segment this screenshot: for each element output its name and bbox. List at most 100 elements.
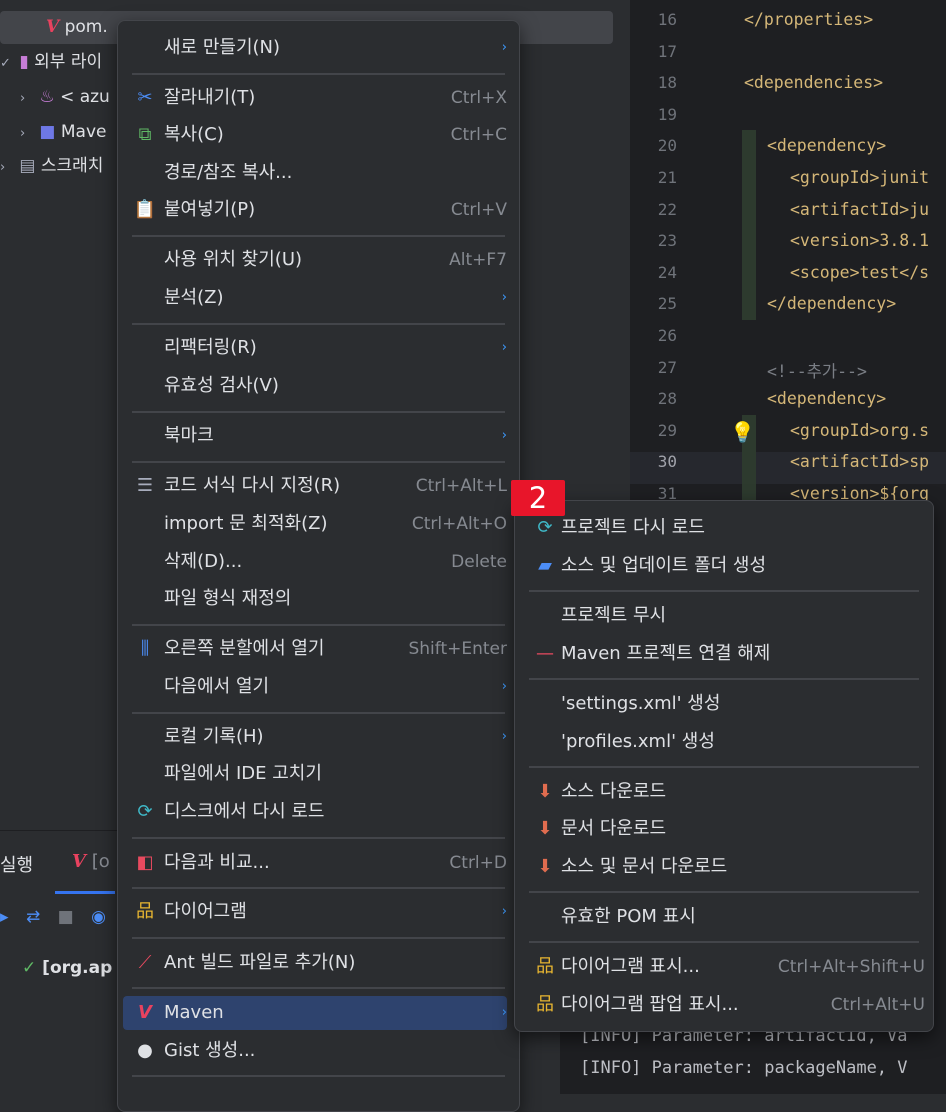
menu-separator	[132, 411, 505, 413]
menu-item[interactable]: 品 다이어그램 ›	[123, 895, 507, 929]
menu-item[interactable]: import 문 최적화(Z) Ctrl+Alt+O	[123, 507, 507, 541]
run-tab[interactable]: 실행	[0, 851, 33, 877]
chevron-right-icon[interactable]: ›	[20, 83, 34, 115]
menu-item[interactable]: 다음에서 열기 ›	[123, 670, 507, 704]
submenu-item[interactable]: ▰ 소스 및 업데이트 폴더 생성	[523, 549, 925, 583]
menu-item[interactable]: 로컬 기록(H) ›	[123, 720, 507, 754]
menu-item[interactable]: 사용 위치 찾기(U) Alt+F7	[123, 243, 507, 277]
submenu-item[interactable]: — Maven 프로젝트 연결 해제	[523, 637, 925, 671]
chevron-right-icon: ›	[501, 679, 507, 694]
submenu-item[interactable]: 프로젝트 무시	[523, 599, 925, 633]
menu-item[interactable]: ● Gist 생성...	[123, 1034, 507, 1068]
line-number: 25	[657, 294, 677, 314]
menu-item[interactable]: ☰ 코드 서식 다시 지정(R) Ctrl+Alt+L	[123, 469, 507, 503]
chevron-right-icon[interactable]: ›	[0, 152, 14, 184]
run-config-tab[interactable]: V [o	[72, 851, 110, 872]
code-line: <artifactId>sp	[790, 452, 930, 472]
menu-item-label: 소스 다운로드	[561, 781, 667, 802]
step-badge: 2	[511, 480, 565, 516]
compare-icon: ◧	[136, 852, 154, 873]
line-number: 18	[657, 73, 677, 93]
menu-item[interactable]: 분석(Z) ›	[123, 281, 507, 315]
code-line: <dependency>	[767, 136, 887, 156]
shortcut-label: Ctrl+V	[450, 200, 507, 220]
menu-item-label: Ant 빌드 파일로 추가(N)	[164, 952, 356, 973]
menu-item[interactable]: ✂ 잘라내기(T) Ctrl+X	[123, 81, 507, 115]
menu-item[interactable]: ⟋ Ant 빌드 파일로 추가(N)	[123, 946, 507, 980]
menu-item[interactable]: 📋 붙여넣기(P) Ctrl+V	[123, 193, 507, 227]
menu-item-label: 분석(Z)	[164, 287, 224, 308]
code-line: <!--추가-->	[767, 361, 867, 381]
menu-item-label: 프로젝트 무시	[561, 605, 667, 626]
stop-icon[interactable]: ■	[58, 907, 74, 927]
reformat-icon: ☰	[136, 475, 154, 496]
code-line: <version>3.8.1	[790, 231, 930, 251]
menu-item-label: Gist 생성...	[164, 1040, 256, 1061]
submenu-item[interactable]: ⬇ 문서 다운로드	[523, 812, 925, 846]
submenu-item[interactable]: ⬇ 소스 및 문서 다운로드	[523, 850, 925, 884]
run-item[interactable]: ✓ [org.ap	[22, 958, 112, 978]
menu-item-label: 디스크에서 다시 로드	[164, 801, 325, 822]
menu-item[interactable]: V Maven ›	[123, 996, 507, 1030]
menu-item-label: 문서 다운로드	[561, 818, 667, 839]
menu-separator	[529, 678, 919, 680]
menu-item[interactable]: ⟳ 디스크에서 다시 로드	[123, 795, 507, 829]
submenu-item[interactable]: 'settings.xml' 생성	[523, 687, 925, 721]
scratch-icon: ▤	[19, 156, 36, 176]
shortcut-label: Ctrl+Alt+L	[415, 476, 507, 496]
menu-item-label: 파일 형식 재정의	[164, 588, 292, 609]
eye-icon[interactable]: ◉	[91, 907, 106, 927]
menu-item[interactable]: 새로 만들기(N) ›	[123, 31, 507, 65]
rerun-icon[interactable]: ▸	[0, 907, 9, 927]
tree-item-jdk[interactable]: › ♨ < azu	[20, 81, 110, 113]
submenu-item[interactable]: ⟳ 프로젝트 다시 로드	[523, 511, 925, 545]
line-number: 17	[657, 41, 677, 61]
copy-icon: ⧉	[138, 124, 152, 145]
chevron-down-icon[interactable]: ✓	[0, 48, 14, 80]
reload-icon: ⟳	[137, 801, 153, 822]
menu-item-label: 소스 및 문서 다운로드	[561, 856, 728, 877]
github-icon: ●	[137, 1040, 153, 1061]
tree-item-external-libs[interactable]: ✓ ▮ 외부 라이	[0, 46, 102, 78]
submenu-item[interactable]: ⬇ 소스 다운로드	[523, 775, 925, 809]
submenu-item[interactable]: 유효한 POM 표시	[523, 900, 925, 934]
menu-item[interactable]: ⧉ 복사(C) Ctrl+C	[123, 118, 507, 152]
submenu-item[interactable]: 品 다이어그램 표시... Ctrl+Alt+Shift+U	[523, 950, 925, 984]
chevron-right-icon: ›	[501, 1005, 507, 1020]
lightbulb-icon[interactable]: 💡	[730, 420, 755, 444]
toggle-icon[interactable]: ⇄	[26, 907, 40, 927]
chevron-right-icon[interactable]: ›	[20, 118, 34, 150]
maven-icon: V	[138, 1002, 152, 1023]
menu-separator	[132, 712, 505, 714]
chevron-right-icon: ›	[501, 729, 507, 744]
submenu-item[interactable]: 品 다이어그램 팝업 표시... Ctrl+Alt+U	[523, 988, 925, 1022]
menu-item-label: 삭제(D)...	[164, 551, 243, 572]
menu-item[interactable]: ◧ 다음과 비교... Ctrl+D	[123, 846, 507, 880]
chevron-right-icon: ›	[501, 40, 507, 55]
menu-item[interactable]: 북마크 ›	[123, 419, 507, 453]
tree-item-pom[interactable]: V pom.	[46, 11, 108, 43]
shortcut-label: Ctrl+Alt+U	[830, 995, 925, 1015]
menu-item[interactable]: 리팩터링(R) ›	[123, 331, 507, 365]
menu-item[interactable]: 파일 형식 재정의	[123, 582, 507, 616]
menu-item-label: 코드 서식 다시 지정(R)	[164, 475, 341, 496]
tree-item-maven[interactable]: › ■ Mave	[20, 116, 106, 148]
menu-item-label: 파일에서 IDE 고치기	[164, 763, 322, 784]
menu-item[interactable]: 경로/참조 복사...	[123, 156, 507, 190]
submenu-item[interactable]: 'profiles.xml' 생성	[523, 725, 925, 759]
reload-icon: ⟳	[537, 517, 553, 538]
indent-guide	[742, 130, 756, 320]
menu-item[interactable]: 파일에서 IDE 고치기	[123, 757, 507, 791]
chevron-right-icon: ›	[501, 340, 507, 355]
menu-item-label: 다이어그램 표시...	[561, 956, 700, 977]
menu-item[interactable]: 삭제(D)... Delete	[123, 545, 507, 579]
menu-item[interactable]: 유효성 검사(V)	[123, 369, 507, 403]
menu-item[interactable]: ⫼ 오른쪽 분할에서 열기 Shift+Enter	[123, 632, 507, 666]
line-number: 27	[657, 357, 677, 377]
menu-item-label: 유효성 검사(V)	[164, 375, 279, 396]
menu-item-label: 로컬 기록(H)	[164, 726, 264, 747]
menu-separator	[132, 323, 505, 325]
line-number: 30	[657, 452, 677, 472]
tree-item-scratches[interactable]: › ▤ 스크래치	[0, 150, 103, 182]
console-line: [INFO] Parameter: packageName, V	[580, 1058, 908, 1078]
